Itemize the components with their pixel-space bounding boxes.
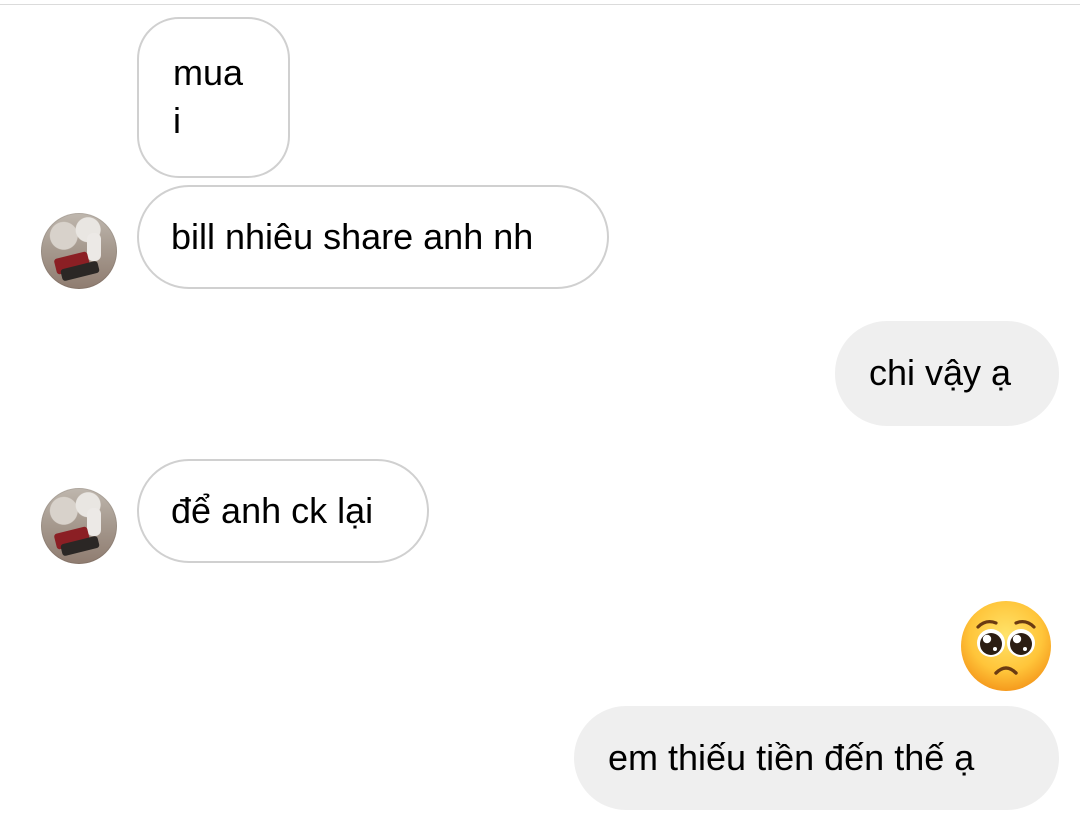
message-bubble-received[interactable]: để anh ck lại [137,459,429,563]
avatar-photo-detail [87,233,101,261]
sender-avatar[interactable] [41,488,117,564]
sender-avatar[interactable] [41,213,117,289]
message-text-line: em thiếu tiền đến thế ạ [608,737,975,778]
message-text-line: chi vậy ạ [869,352,1012,393]
message-bubble-received[interactable]: mua i [137,17,290,178]
message-text-line: để anh ck lại [171,490,374,531]
avatar-photo-detail [87,508,101,536]
message-text-line: bill nhiêu share anh nh [171,216,534,257]
message-bubble-received[interactable]: bill nhiêu share anh nh [137,185,609,289]
pleading-face-emoji-icon[interactable] [958,598,1054,694]
message-bubble-sent[interactable]: chi vậy ạ [835,321,1059,426]
message-bubble-sent[interactable]: em thiếu tiền đến thế ạ [574,706,1059,810]
message-text-line: i [173,100,181,141]
top-divider [0,4,1080,5]
message-text-line: mua [173,52,244,93]
